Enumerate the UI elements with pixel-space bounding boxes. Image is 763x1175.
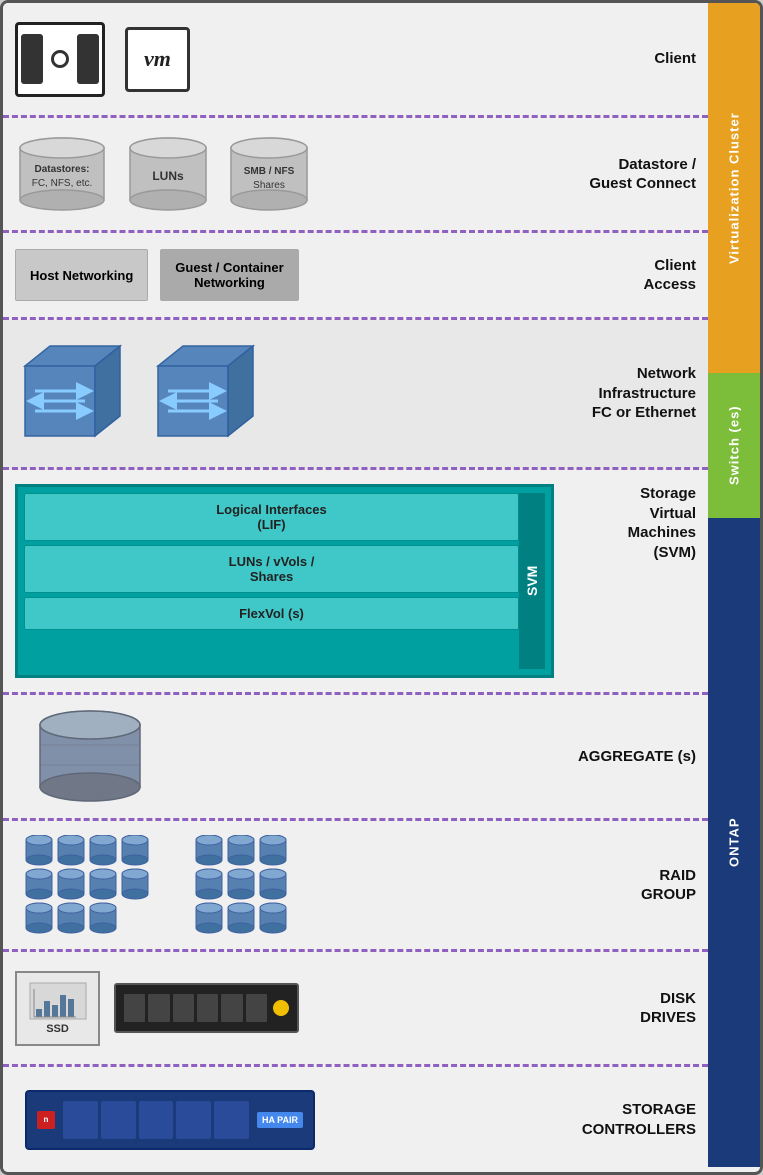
server-bar-2 [77,34,99,84]
raid-section: RAID GROUP [3,821,708,952]
client-icons: vm [15,22,566,97]
aggregate-section: AGGREGATE (s) [3,695,708,821]
cylinder-luns: LUNs [126,134,211,214]
ctrl-slot [63,1101,98,1139]
guest-container-networking-box: Guest / Container Networking [160,249,298,301]
server-circle [51,50,69,68]
controller-chassis: n HA PAIR [25,1090,315,1150]
switch-icons [15,336,566,451]
hdd-slot [173,994,194,1022]
controller-slots [63,1101,249,1139]
ssd-icon: SSD [15,971,100,1046]
client-label: Client [566,49,696,69]
client-section: vm Client [3,3,708,118]
ontap-label: ONTAP [708,518,760,1167]
server-bar-1 [21,34,43,84]
netapp-logo: n [37,1111,55,1129]
raid-groups [15,835,566,935]
client-access-section: Host Networking Guest / Container Networ… [3,233,708,320]
aggregate-label: AGGREGATE (s) [566,747,696,767]
switch-box-2 [148,336,263,451]
ssd-label: SSD [46,1023,69,1035]
datastore-label: Datastore / Guest Connect [566,155,696,194]
svg-text:LUNs: LUNs [152,169,184,183]
controllers-label: STORAGE CONTROLLERS [566,1100,696,1139]
svm-label: Storage Virtual Machines (SVM) [566,484,696,678]
svg-text:FC, NFS, etc.: FC, NFS, etc. [32,178,93,189]
networking-boxes: Host Networking Guest / Container Networ… [15,249,566,301]
ctrl-slot [214,1101,249,1139]
switch-label: Network Infrastructure FC or Ethernet [566,364,696,423]
ctrl-slot [101,1101,136,1139]
disk-drives-section: SSD DISK DRIVES [3,952,708,1067]
hdd-power-indicator [273,1000,289,1016]
raid-group-2 [195,835,335,935]
svm-row-flexvol: FlexVol (s) [24,597,519,630]
hdd-slot [197,994,218,1022]
cylinder-smbnfs: SMB / NFS Shares [227,134,312,214]
svg-text:Datastores:: Datastores: [34,164,89,175]
svm-row-luns: LUNs / vVols / Shares [24,545,519,593]
diagram-wrapper: vm Client Datastores: FC, NFS, etc. [0,0,763,1175]
aggregate-icon [15,709,566,804]
host-networking-box: Host Networking [15,249,148,301]
hdd-slot [124,994,145,1022]
client-access-label: Client Access [566,256,696,295]
switch-box-1 [15,336,130,451]
virt-cluster-label: Virtualization Cluster [708,3,760,373]
storage-controllers-section: n HA PAIR STORAGE CONTROLLERS [3,1067,708,1172]
svm-side-label: SVM [519,493,545,669]
ctrl-slot [176,1101,211,1139]
svm-container: Logical Interfaces (LIF) LUNs / vVols / … [15,484,554,678]
svg-text:SMB / NFS: SMB / NFS [244,166,295,177]
cylinder-datastores: Datastores: FC, NFS, etc. [15,134,110,214]
hdd-slot [148,994,169,1022]
hdd-slot [246,994,267,1022]
raid-group-1 [25,835,165,935]
server-icon [15,22,105,97]
svm-row-lif: Logical Interfaces (LIF) [24,493,519,541]
hdd-slot [221,994,242,1022]
ha-pair-badge: HA PAIR [257,1112,303,1128]
raid-label: RAID GROUP [566,866,696,905]
hdd-slots [124,994,267,1022]
ctrl-slot [139,1101,174,1139]
svm-section: Logical Interfaces (LIF) LUNs / vVols / … [3,470,708,695]
disk-drives-label: DISK DRIVES [566,989,696,1028]
right-labels: Virtualization Cluster Switch (es) ONTAP [708,3,760,1172]
switch-section: Network Infrastructure FC or Ethernet [3,320,708,470]
controller-area: n HA PAIR [15,1090,566,1150]
datastore-icons: Datastores: FC, NFS, etc. LUNs [15,134,566,214]
disk-drive-icons: SSD [15,971,566,1046]
vm-icon: vm [125,27,190,92]
switch-label-right: Switch (es) [708,373,760,518]
hdd-shelf [114,983,299,1033]
svm-inner: Logical Interfaces (LIF) LUNs / vVols / … [24,493,519,669]
datastore-section: Datastores: FC, NFS, etc. LUNs [3,118,708,233]
main-content: vm Client Datastores: FC, NFS, etc. [3,3,708,1172]
svg-text:Shares: Shares [253,180,285,191]
